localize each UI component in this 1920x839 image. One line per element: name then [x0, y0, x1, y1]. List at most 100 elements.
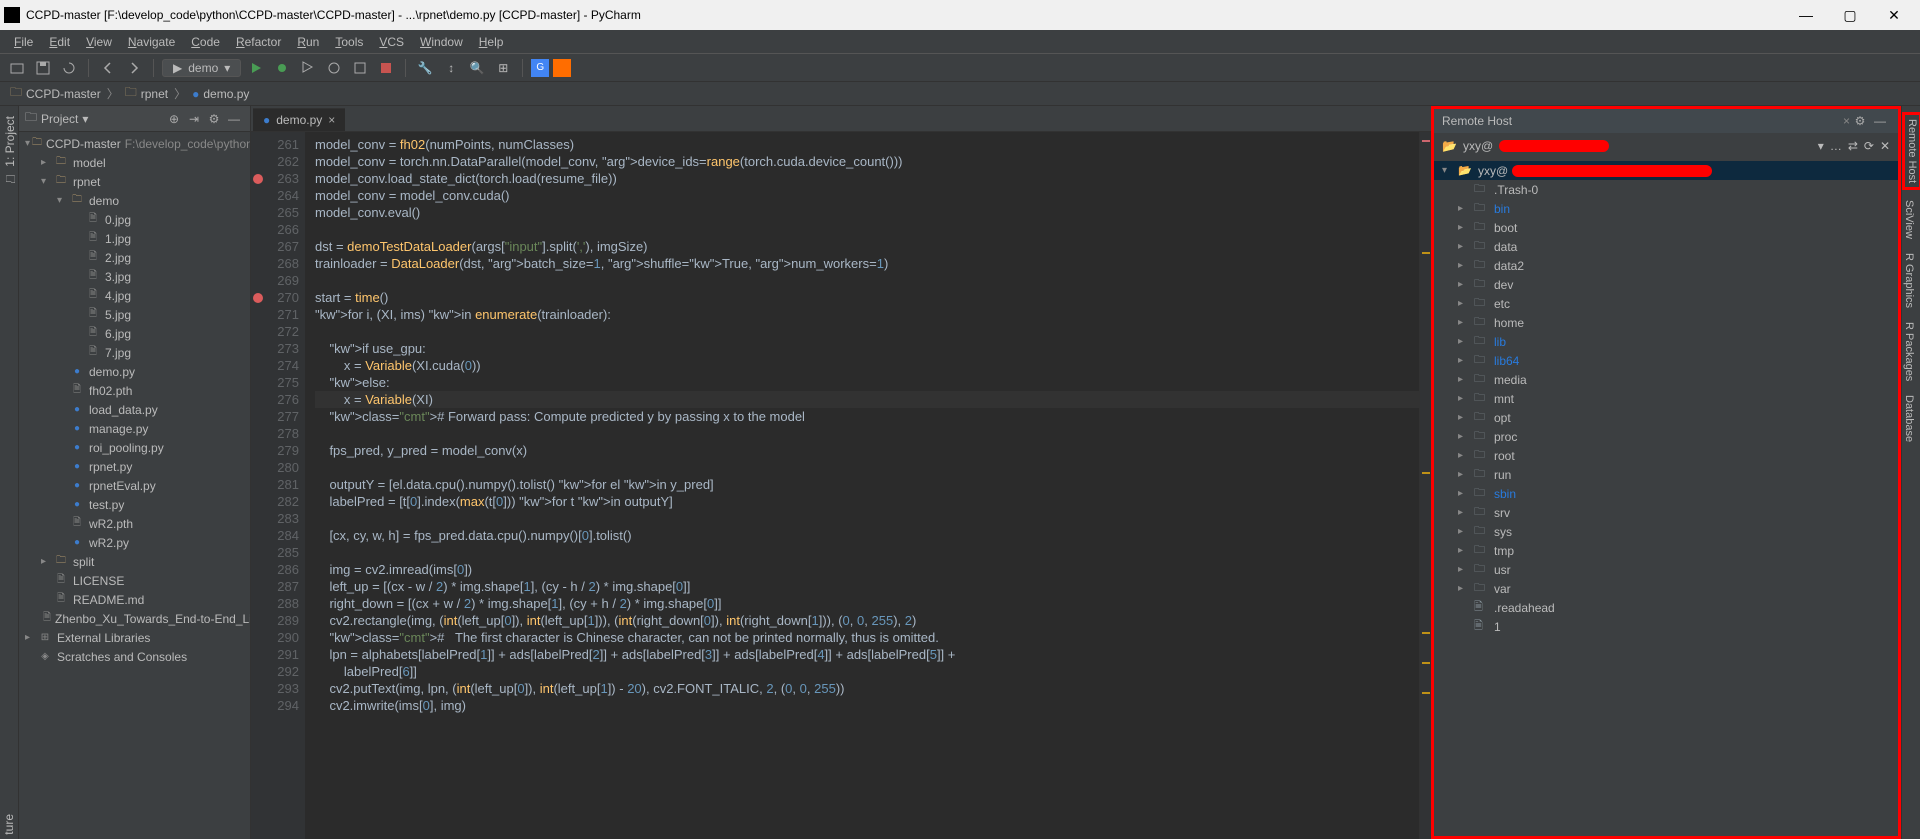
tree-row[interactable]: 🗎7.jpg [19, 343, 250, 362]
close-tab-icon[interactable]: × [1843, 114, 1850, 128]
locate-icon[interactable]: ⊕ [164, 109, 184, 129]
remote-tree-row[interactable]: ▸🗀media [1434, 370, 1898, 389]
remote-host-selector[interactable]: 📂 yxy@ ▾ … ⇄ ⟳ ✕ [1434, 133, 1898, 159]
remote-tree-row[interactable]: 🗎.readahead [1434, 598, 1898, 617]
google-icon[interactable]: G [531, 59, 549, 77]
menu-file[interactable]: File [6, 30, 41, 54]
menu-view[interactable]: View [78, 30, 120, 54]
remote-tree-row[interactable]: 🗎1 [1434, 617, 1898, 636]
tree-row[interactable]: 🗎4.jpg [19, 286, 250, 305]
menu-help[interactable]: Help [471, 30, 512, 54]
hide-icon[interactable]: — [224, 109, 244, 129]
remote-tree-row[interactable]: ▸🗀home [1434, 313, 1898, 332]
remote-tree-row[interactable]: ▸🗀boot [1434, 218, 1898, 237]
remote-tree-row[interactable]: 🗀.Trash-0 [1434, 180, 1898, 199]
run-config-selector[interactable]: ▶ demo ▾ [162, 59, 241, 77]
tree-row[interactable]: 🗎5.jpg [19, 305, 250, 324]
stop-button[interactable] [375, 57, 397, 79]
remote-tree-row[interactable]: ▸🗀bin [1434, 199, 1898, 218]
project-tool-button[interactable]: 🗀 1: Project [1, 112, 18, 191]
menu-edit[interactable]: Edit [41, 30, 78, 54]
tree-row[interactable]: 🗎0.jpg [19, 210, 250, 229]
editor-tab-demo[interactable]: ● demo.py × [253, 108, 345, 131]
tree-row[interactable]: ●demo.py [19, 362, 250, 381]
tree-row[interactable]: ●roi_pooling.py [19, 438, 250, 457]
menu-run[interactable]: Run [289, 30, 327, 54]
tree-row[interactable]: ▸⊞External Libraries [19, 628, 250, 647]
remote-tree-row[interactable]: ▸🗀sys [1434, 522, 1898, 541]
close-tab-icon[interactable]: × [328, 113, 335, 127]
remote-tree-row[interactable]: ▸🗀proc [1434, 427, 1898, 446]
chevron-down-icon[interactable]: ▾ [82, 112, 88, 126]
profile-button[interactable] [323, 57, 345, 79]
error-stripe[interactable] [1419, 132, 1431, 839]
breakpoint-gutter[interactable] [251, 132, 265, 839]
tree-row[interactable]: 🗎README.md [19, 590, 250, 609]
refresh-icon[interactable] [58, 57, 80, 79]
breadcrumb-item[interactable]: 🗀CCPD-master [6, 83, 105, 104]
save-icon[interactable] [32, 57, 54, 79]
remote-tree-row[interactable]: ▸🗀opt [1434, 408, 1898, 427]
maximize-button[interactable]: ▢ [1828, 0, 1872, 30]
remote-tree-row[interactable]: ▸🗀root [1434, 446, 1898, 465]
structure-icon[interactable]: ⊞ [492, 57, 514, 79]
orange-icon[interactable] [553, 59, 571, 77]
remote-tree-row[interactable]: ▸🗀etc [1434, 294, 1898, 313]
menu-window[interactable]: Window [412, 30, 471, 54]
sync-icon[interactable]: ↕ [440, 57, 462, 79]
run-coverage-button[interactable] [297, 57, 319, 79]
menu-refactor[interactable]: Refactor [228, 30, 289, 54]
more-icon[interactable]: … [1830, 139, 1842, 153]
tool-r-graphics[interactable]: R Graphics [1902, 249, 1916, 312]
remote-tree-row[interactable]: ▸🗀lib64 [1434, 351, 1898, 370]
tree-row[interactable]: 🗎wR2.pth [19, 514, 250, 533]
code-editor[interactable]: model_conv = fh02(numPoints, numClasses)… [305, 132, 1419, 839]
tree-row[interactable]: 🗎1.jpg [19, 229, 250, 248]
menu-tools[interactable]: Tools [327, 30, 371, 54]
remote-tree[interactable]: ▾ 📂 yxy@ 🗀.Trash-0▸🗀bin▸🗀boot▸🗀data▸🗀dat… [1434, 159, 1898, 836]
remote-root-row[interactable]: ▾ 📂 yxy@ [1434, 161, 1898, 180]
tree-row[interactable]: ▾🗀CCPD-masterF:\develop_code\python\CCPD [19, 134, 250, 153]
minimize-button[interactable]: — [1784, 0, 1828, 30]
tree-row[interactable]: ▸🗀split [19, 552, 250, 571]
tool-remote-host[interactable]: Remote Host [1902, 112, 1920, 190]
debug-button[interactable] [271, 57, 293, 79]
run-button[interactable] [245, 57, 267, 79]
remote-tree-row[interactable]: ▸🗀data [1434, 237, 1898, 256]
close-button[interactable]: ✕ [1872, 0, 1916, 30]
tree-row[interactable]: ●load_data.py [19, 400, 250, 419]
gear-icon[interactable]: ⚙ [204, 109, 224, 129]
menu-navigate[interactable]: Navigate [120, 30, 183, 54]
tree-row[interactable]: ▾🗀demo [19, 191, 250, 210]
close-icon[interactable]: ✕ [1880, 139, 1890, 153]
tree-row[interactable]: 🗎3.jpg [19, 267, 250, 286]
tree-row[interactable]: ●rpnetEval.py [19, 476, 250, 495]
menu-code[interactable]: Code [183, 30, 228, 54]
refresh-icon[interactable]: ⟳ [1864, 139, 1874, 153]
tree-row[interactable]: ●test.py [19, 495, 250, 514]
collapse-icon[interactable]: ⇥ [184, 109, 204, 129]
gear-icon[interactable]: ⚙ [1850, 111, 1870, 131]
tool-sciview[interactable]: SciView [1902, 196, 1916, 243]
remote-tree-row[interactable]: ▸🗀mnt [1434, 389, 1898, 408]
tree-row[interactable]: ●wR2.py [19, 533, 250, 552]
remote-tree-row[interactable]: ▸🗀usr [1434, 560, 1898, 579]
tree-row[interactable]: ▾🗀rpnet [19, 172, 250, 191]
tree-row[interactable]: ◈Scratches and Consoles [19, 647, 250, 666]
project-tree[interactable]: ▾🗀CCPD-masterF:\develop_code\python\CCPD… [19, 132, 250, 839]
remote-tree-row[interactable]: ▸🗀srv [1434, 503, 1898, 522]
tree-row[interactable]: ▸🗀model [19, 153, 250, 172]
wrench-icon[interactable]: 🔧 [414, 57, 436, 79]
remote-tree-row[interactable]: ▸🗀run [1434, 465, 1898, 484]
remote-tree-row[interactable]: ▸🗀var [1434, 579, 1898, 598]
structure-tool-button[interactable]: ture [2, 810, 16, 839]
tree-row[interactable]: 🗎Zhenbo_Xu_Towards_End-to-End_Licen [19, 609, 250, 628]
tool-r-packages[interactable]: R Packages [1902, 318, 1916, 385]
menu-vcs[interactable]: VCS [371, 30, 412, 54]
back-icon[interactable] [97, 57, 119, 79]
remote-tree-row[interactable]: ▸🗀tmp [1434, 541, 1898, 560]
search-icon[interactable]: 🔍 [466, 57, 488, 79]
filter-icon[interactable]: ⇄ [1848, 139, 1858, 153]
chevron-down-icon[interactable]: ▾ [1818, 139, 1824, 153]
tree-row[interactable]: 🗎fh02.pth [19, 381, 250, 400]
